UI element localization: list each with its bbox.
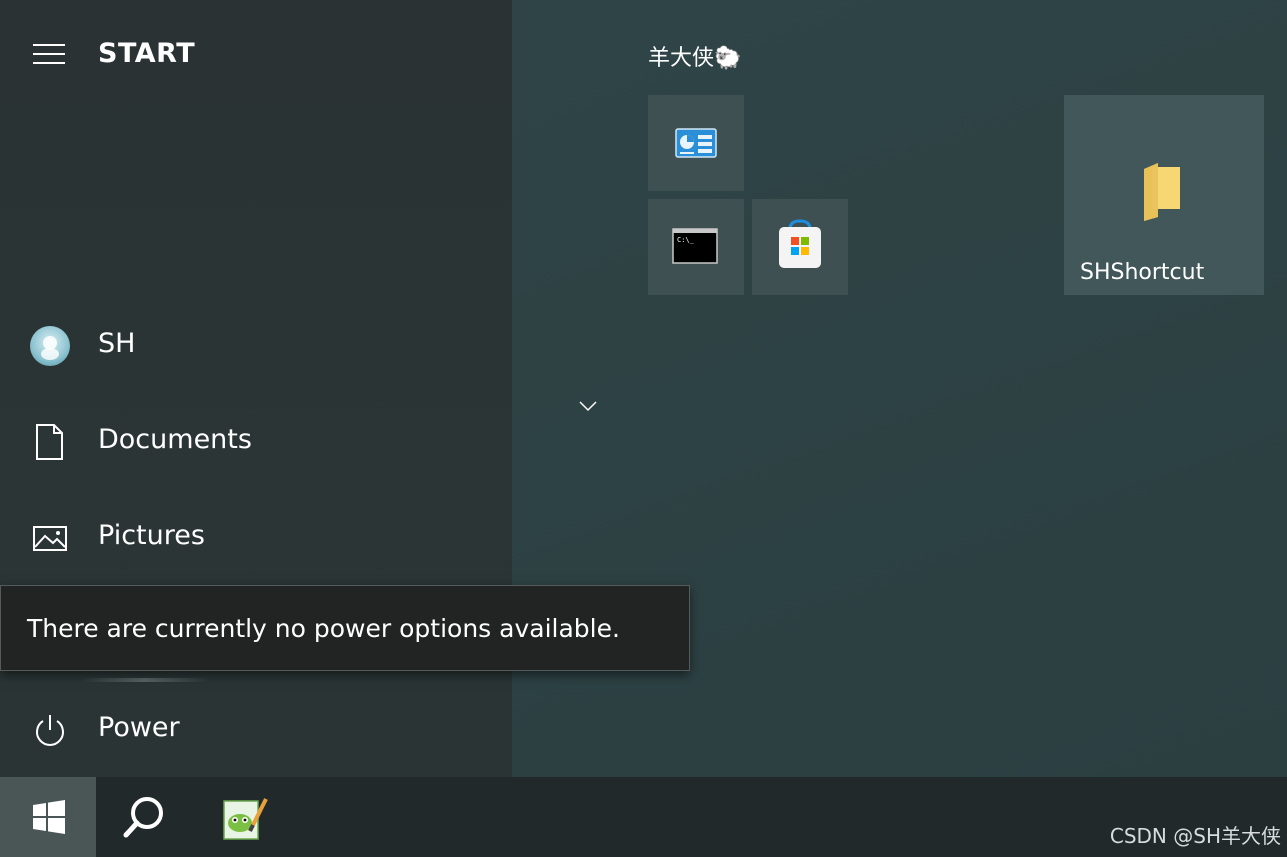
control-panel-icon [675,128,717,158]
search-icon [123,797,163,838]
nav-item-pictures[interactable]: Pictures [0,498,512,578]
taskbar [0,777,1287,857]
notepad-plus-plus-button[interactable] [192,777,288,857]
nav-item-documents[interactable]: Documents [0,402,512,482]
power-tooltip-text: There are currently no power options ava… [27,614,620,643]
watermark: CSDN @SH羊大侠 [1109,824,1281,848]
windows-start-button[interactable] [0,777,96,857]
command-prompt-icon: C:\_ [672,228,718,264]
svg-text:C:\_: C:\_ [677,236,695,244]
tile-microsoft-store[interactable] [752,199,848,295]
tile-command-prompt[interactable]: C:\_ [648,199,744,295]
start-title: START [98,38,196,69]
divider [80,678,210,682]
search-button[interactable] [96,777,192,857]
microsoft-store-icon [779,219,821,268]
tile-control-panel[interactable] [648,95,744,191]
tile-group-title[interactable]: 羊大侠🐑 [648,40,741,72]
chevron-down-icon[interactable] [578,398,598,412]
user-avatar-icon [30,326,70,366]
hamburger-menu-icon[interactable] [33,44,67,64]
nav-label-user: SH [98,328,136,359]
nav-label-power: Power [98,712,180,743]
pictures-icon [30,518,70,558]
power-tooltip: There are currently no power options ava… [0,585,690,671]
notepad-plus-plus-icon [223,798,268,840]
folder-icon [1144,163,1180,221]
nav-label-documents: Documents [98,424,252,455]
nav-item-power[interactable]: Power [0,690,512,770]
power-icon [30,710,70,750]
document-icon [30,422,70,462]
tile-shshortcut[interactable]: SHShortcut [1064,95,1264,295]
windows-start-icon [33,800,65,834]
nav-label-pictures: Pictures [98,520,205,551]
tile-label-shshortcut: SHShortcut [1080,260,1205,285]
nav-item-user[interactable]: SH [0,306,512,386]
